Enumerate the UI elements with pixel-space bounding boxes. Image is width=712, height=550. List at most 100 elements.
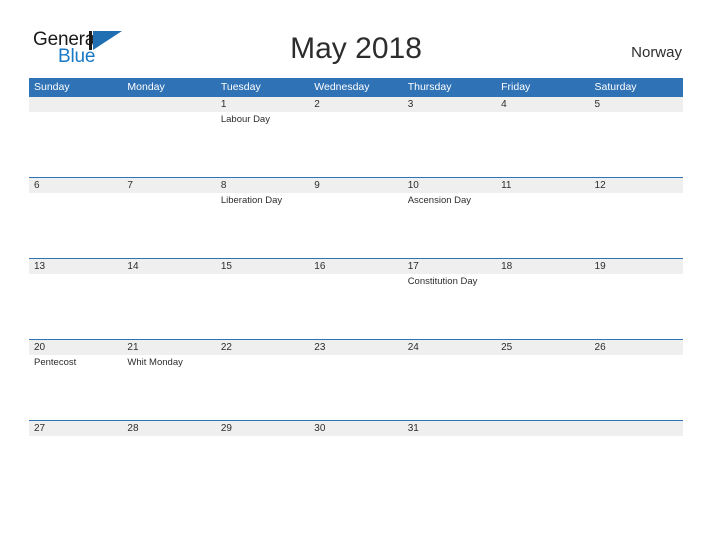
day-number: 13 (34, 261, 46, 272)
calendar-grid: Sunday Monday Tuesday Wednesday Thursday… (29, 78, 683, 501)
day-cell[interactable]: 21 Whit Monday (122, 340, 216, 420)
day-number: 20 (34, 342, 46, 353)
day-number: 30 (314, 423, 326, 434)
day-stripe (589, 421, 683, 436)
day-cell[interactable]: 26 (589, 340, 683, 420)
day-cell[interactable]: 11 (496, 178, 590, 258)
day-cell[interactable]: 8 Liberation Day (215, 178, 310, 258)
day-number: 3 (407, 99, 414, 110)
day-stripe (309, 97, 403, 112)
day-cell[interactable]: 24 (402, 340, 497, 420)
week-row: 6 7 8 Liberation Day 9 10 Ascension Day … (29, 177, 683, 258)
day-number: 24 (407, 342, 419, 353)
day-stripe (496, 421, 590, 436)
day-cell[interactable]: 31 (402, 421, 497, 501)
day-number: 19 (594, 261, 606, 272)
day-cell[interactable]: 22 (215, 340, 310, 420)
day-number: 18 (501, 261, 513, 272)
day-number: 26 (594, 342, 606, 353)
day-number: 31 (407, 423, 419, 434)
day-number: 2 (314, 99, 320, 110)
week-row: 27 28 29 30 31 (29, 420, 683, 501)
day-cell[interactable]: 7 (122, 178, 216, 258)
country-label: Norway (631, 44, 682, 61)
day-number: 22 (220, 342, 232, 353)
day-number: 15 (220, 261, 232, 272)
week-row: 20 Pentecost 21 Whit Monday 22 23 24 25 … (29, 339, 683, 420)
day-cell[interactable]: 27 (29, 421, 123, 501)
day-number: 27 (34, 423, 46, 434)
weekday-tuesday: Tuesday (220, 81, 261, 93)
day-cell[interactable] (589, 421, 683, 501)
day-number: 16 (314, 261, 326, 272)
day-cell[interactable]: 15 (215, 259, 310, 339)
day-event: Labour Day (220, 114, 270, 125)
day-stripe (29, 97, 123, 112)
day-cell[interactable] (496, 421, 590, 501)
day-cell[interactable]: 12 (589, 178, 683, 258)
day-stripe (309, 178, 403, 193)
day-cell[interactable] (122, 97, 216, 177)
day-cell[interactable]: 18 (496, 259, 590, 339)
day-cell[interactable]: 9 (309, 178, 403, 258)
day-cell[interactable]: 4 (496, 97, 590, 177)
day-event: Pentecost (34, 357, 77, 368)
day-cell[interactable]: 6 (29, 178, 123, 258)
day-cell[interactable]: 5 (589, 97, 683, 177)
day-cell[interactable]: 20 Pentecost (29, 340, 123, 420)
day-cell[interactable]: 2 (309, 97, 403, 177)
day-number: 7 (127, 180, 133, 191)
day-cell[interactable]: 29 (215, 421, 310, 501)
day-stripe (402, 97, 497, 112)
day-cell[interactable]: 19 (589, 259, 683, 339)
day-number: 9 (314, 180, 320, 191)
day-number: 25 (501, 342, 513, 353)
day-stripe (29, 178, 123, 193)
day-event: Whit Monday (127, 357, 183, 368)
day-cell[interactable]: 30 (309, 421, 403, 501)
page-title: May 2018 (290, 32, 422, 65)
day-stripe (496, 97, 590, 112)
day-cell[interactable]: 16 (309, 259, 403, 339)
day-cell[interactable]: 28 (122, 421, 216, 501)
day-event: Ascension Day (407, 195, 472, 206)
weekday-sunday: Sunday (34, 81, 70, 93)
day-number: 6 (34, 180, 40, 191)
day-cell[interactable]: 13 (29, 259, 123, 339)
weekday-monday: Monday (127, 81, 165, 93)
day-cell[interactable]: 14 (122, 259, 216, 339)
day-cell[interactable]: 17 Constitution Day (402, 259, 497, 339)
weekday-thursday: Thursday (407, 81, 452, 93)
day-cell[interactable] (29, 97, 123, 177)
day-stripe (589, 97, 683, 112)
weekday-header-row: Sunday Monday Tuesday Wednesday Thursday… (29, 78, 683, 96)
day-event: Liberation Day (220, 195, 283, 206)
week-row: 1 Labour Day 2 3 4 5 (29, 96, 683, 177)
day-number: 17 (407, 261, 419, 272)
day-stripe (215, 178, 310, 193)
day-number: 11 (501, 180, 512, 191)
day-event: Constitution Day (407, 276, 478, 287)
day-number: 14 (127, 261, 139, 272)
day-stripe (215, 97, 310, 112)
day-cell[interactable]: 10 Ascension Day (402, 178, 497, 258)
day-cell[interactable]: 25 (496, 340, 590, 420)
week-row: 13 14 15 16 17 Constitution Day 18 19 (29, 258, 683, 339)
day-number: 12 (594, 180, 606, 191)
weekday-saturday: Saturday (594, 81, 637, 93)
day-cell[interactable]: 1 Labour Day (215, 97, 310, 177)
day-number: 1 (220, 99, 227, 110)
calendar-page: General Blue May 2018 Norway Sunday Mond… (0, 0, 712, 550)
day-cell[interactable]: 3 (402, 97, 497, 177)
day-cell[interactable]: 23 (309, 340, 403, 420)
weekday-wednesday: Wednesday (314, 81, 370, 93)
day-number: 4 (501, 99, 507, 110)
day-number: 28 (127, 423, 139, 434)
day-number: 29 (220, 423, 232, 434)
day-stripe (122, 97, 216, 112)
day-number: 5 (594, 99, 601, 110)
day-number: 23 (314, 342, 326, 353)
day-number: 21 (127, 342, 139, 353)
weekday-friday: Friday (501, 81, 531, 93)
page-header: General Blue May 2018 Norway (0, 0, 712, 78)
